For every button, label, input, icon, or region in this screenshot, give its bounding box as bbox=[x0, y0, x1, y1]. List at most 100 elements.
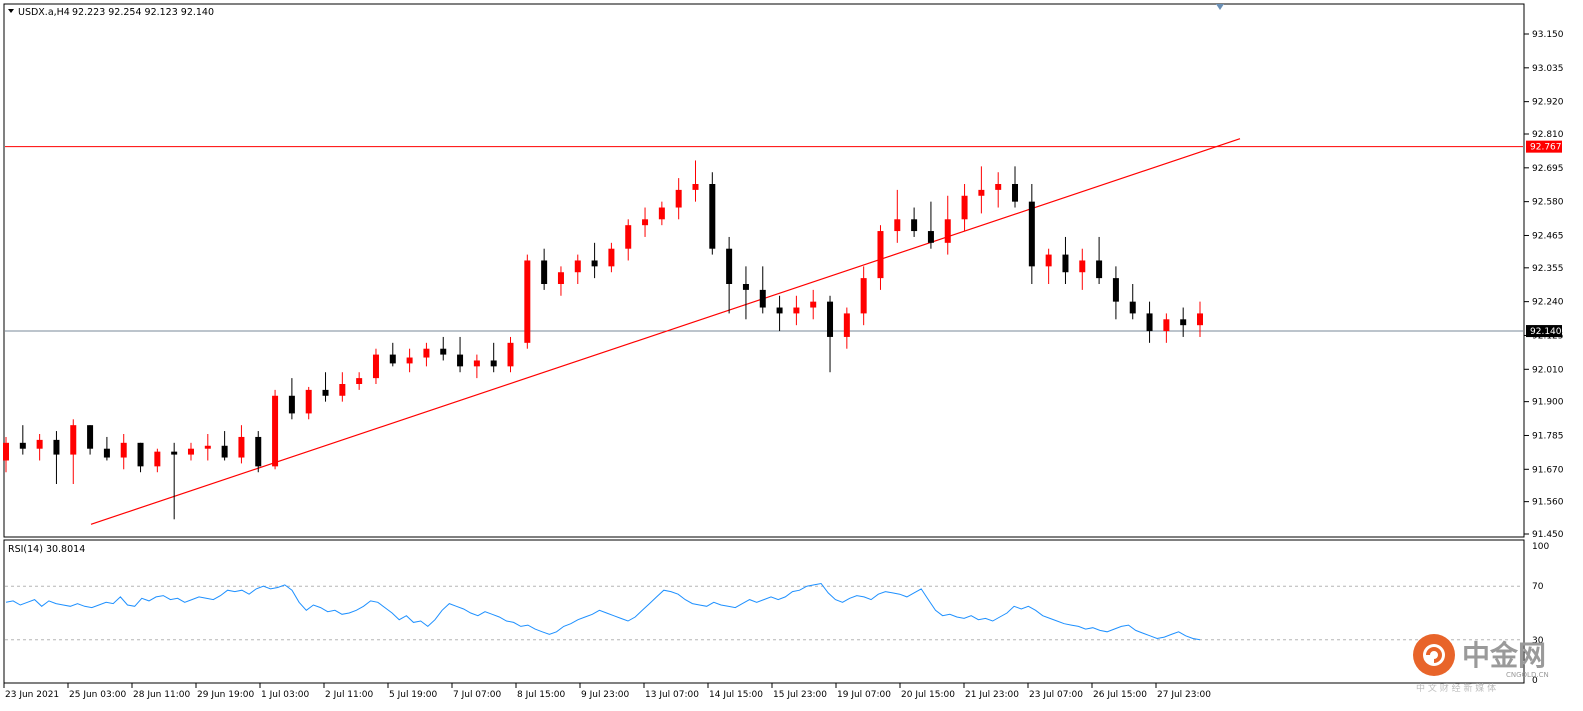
candle-body bbox=[221, 445, 228, 458]
time-label: 25 Jun 03:00 bbox=[69, 690, 126, 700]
candle-body bbox=[608, 248, 615, 267]
candle-body bbox=[103, 448, 110, 458]
price-chart: USDX.a,H4 92.223 92.254 92.123 92.140 RS… bbox=[3, 3, 1564, 700]
price-tick-label: 91.450 bbox=[1532, 530, 1564, 540]
rsi-label: RSI(14) 30.8014 bbox=[8, 544, 85, 555]
candle-body bbox=[204, 445, 211, 449]
candle-body bbox=[389, 354, 396, 364]
candle-body bbox=[339, 384, 346, 396]
candle-body bbox=[944, 219, 951, 243]
candle-body bbox=[793, 307, 800, 314]
candle-body bbox=[1045, 254, 1052, 267]
candle-body bbox=[1028, 201, 1035, 267]
candle-body bbox=[810, 301, 817, 308]
candle-body bbox=[423, 348, 430, 358]
candle-body bbox=[927, 231, 934, 243]
candle-body bbox=[19, 442, 26, 449]
candle-body bbox=[776, 307, 783, 314]
symbol-label: USDX.a,H4 bbox=[18, 7, 70, 18]
time-label: 1 Jul 03:00 bbox=[261, 690, 310, 700]
time-label: 8 Jul 15:00 bbox=[517, 690, 566, 700]
current-price-text: 92.140 bbox=[1530, 327, 1562, 337]
time-label: 5 Jul 19:00 bbox=[389, 690, 438, 700]
candle-body bbox=[1096, 260, 1103, 279]
candle-body bbox=[658, 207, 665, 220]
price-tick-label: 92.355 bbox=[1532, 264, 1564, 274]
candle-body bbox=[709, 184, 716, 249]
time-label: 21 Jul 23:00 bbox=[965, 690, 1019, 700]
candle-body bbox=[490, 360, 497, 367]
candle-body bbox=[36, 439, 43, 449]
price-tick-label: 92.580 bbox=[1532, 198, 1564, 208]
price-tick-label: 92.240 bbox=[1532, 298, 1564, 308]
watermark: 中金网 CNGOLD.CN 中 文 财 经 新 媒 体 bbox=[1413, 634, 1549, 694]
candle-body bbox=[759, 289, 766, 308]
candle-body bbox=[288, 395, 295, 414]
candle-body bbox=[1163, 319, 1170, 332]
time-label: 29 Jun 19:00 bbox=[197, 690, 254, 700]
rsi-pane bbox=[3, 539, 1525, 684]
candle-body bbox=[87, 425, 94, 449]
rsi-tick-label: 100 bbox=[1532, 542, 1549, 552]
candle-body bbox=[877, 231, 884, 279]
price-pane bbox=[3, 3, 1525, 538]
candle-body bbox=[1146, 313, 1153, 332]
candle-body bbox=[574, 260, 581, 273]
time-label: 7 Jul 07:00 bbox=[453, 690, 502, 700]
resistance-price-text: 92.767 bbox=[1530, 143, 1562, 153]
candle-body bbox=[742, 284, 749, 290]
price-tick-label: 92.010 bbox=[1532, 365, 1564, 375]
price-tick-label: 92.465 bbox=[1532, 231, 1564, 241]
candle-body bbox=[137, 442, 144, 467]
watermark-title: 中金网 bbox=[1462, 639, 1546, 672]
time-axis: 23 Jun 2021 25 Jun 03:00 28 Jun 11:00 29 Ju… bbox=[3, 683, 1211, 700]
candle-body bbox=[154, 451, 161, 467]
candle-body bbox=[372, 354, 379, 379]
time-label: 19 Jul 07:00 bbox=[837, 690, 891, 700]
time-label: 23 Jul 07:00 bbox=[1029, 690, 1083, 700]
price-tick-label: 92.695 bbox=[1532, 164, 1564, 174]
candle-body bbox=[524, 260, 531, 343]
candle-body bbox=[894, 219, 901, 232]
time-label: 15 Jul 23:00 bbox=[773, 690, 827, 700]
price-tick-label: 91.900 bbox=[1532, 398, 1564, 408]
time-label: 28 Jun 11:00 bbox=[133, 690, 190, 700]
candle-body bbox=[187, 448, 194, 455]
candle-body bbox=[541, 260, 548, 284]
time-label: 23 Jun 2021 bbox=[5, 690, 59, 700]
time-label: 13 Jul 07:00 bbox=[645, 690, 699, 700]
ohlc-label: 92.223 92.254 92.123 92.140 bbox=[72, 7, 214, 18]
time-label: 20 Jul 15:00 bbox=[901, 690, 955, 700]
candle-body bbox=[440, 348, 447, 355]
price-tick-label: 93.150 bbox=[1532, 30, 1564, 40]
candle-body bbox=[171, 451, 178, 455]
candle-body bbox=[557, 272, 564, 284]
candle-body bbox=[1112, 278, 1119, 302]
time-label: 26 Jul 15:00 bbox=[1093, 690, 1147, 700]
candle-body bbox=[322, 389, 329, 396]
time-label: 9 Jul 23:00 bbox=[581, 690, 630, 700]
candle-body bbox=[1079, 260, 1086, 273]
candle-body bbox=[457, 354, 464, 367]
candle-body bbox=[995, 184, 1002, 190]
candle-body bbox=[961, 195, 968, 220]
candle-body bbox=[591, 260, 598, 267]
candle-body bbox=[255, 436, 262, 467]
candle-body bbox=[978, 189, 985, 196]
time-label: 14 Jul 15:00 bbox=[709, 690, 763, 700]
candle-body bbox=[120, 442, 127, 458]
candle-body bbox=[860, 278, 867, 314]
candle-body bbox=[305, 389, 312, 414]
candle-body bbox=[1129, 301, 1136, 314]
price-tick-label: 92.920 bbox=[1532, 98, 1564, 108]
candle-body bbox=[507, 342, 514, 367]
candle-body bbox=[625, 225, 632, 249]
rsi-tick-label: 70 bbox=[1532, 582, 1544, 592]
candle-body bbox=[356, 378, 363, 384]
candle-body bbox=[692, 184, 699, 190]
candle-body bbox=[1012, 184, 1019, 202]
watermark-url: CNGOLD.CN bbox=[1506, 671, 1549, 679]
candle-body bbox=[1180, 319, 1187, 326]
candle-body bbox=[726, 248, 733, 284]
price-tick-label: 92.810 bbox=[1532, 130, 1564, 140]
